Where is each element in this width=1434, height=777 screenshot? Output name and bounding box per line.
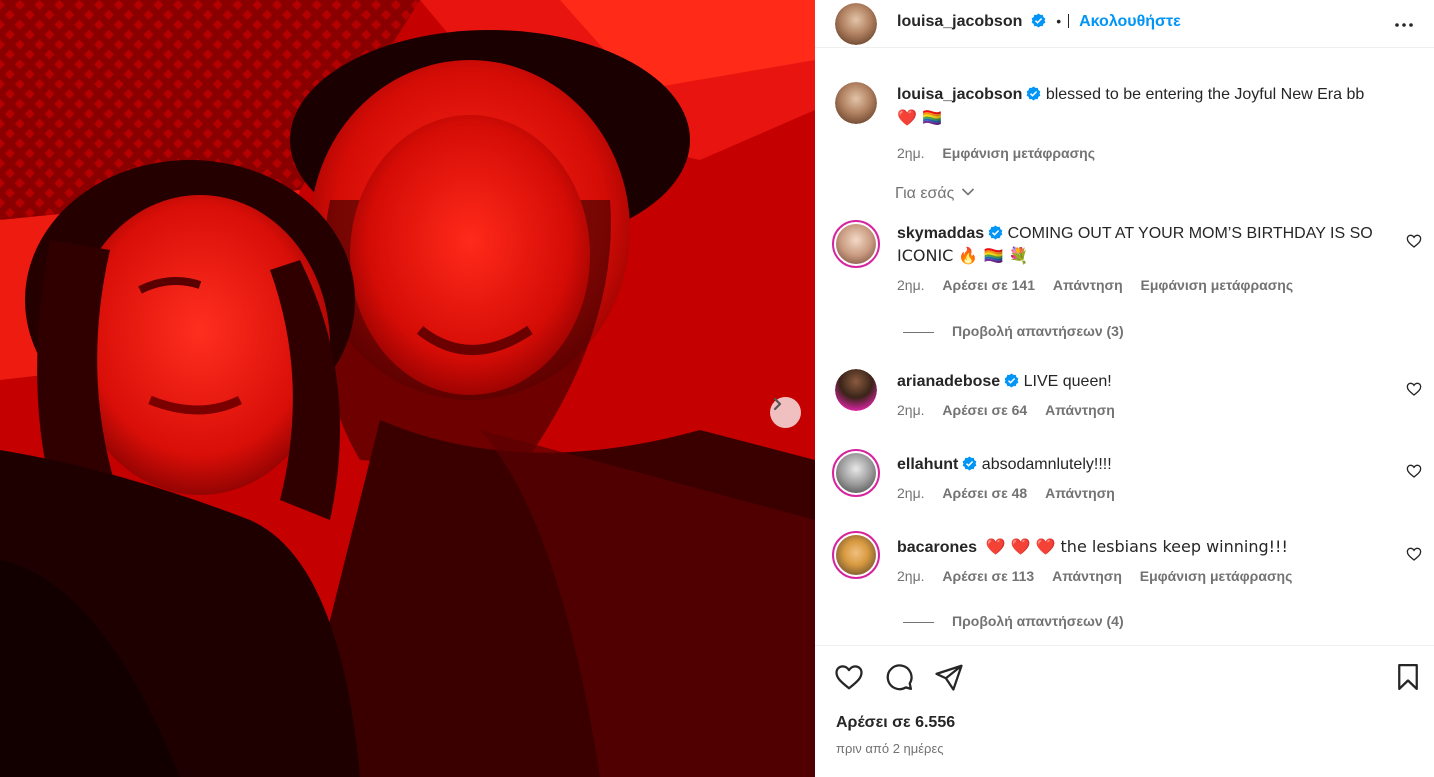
comment-text: absodamnlutely!!!! xyxy=(981,456,1112,473)
comment-translate-link[interactable]: Εμφάνιση μετάφρασης xyxy=(1140,568,1293,584)
caption-emoji: ❤️ 🏳️‍🌈 xyxy=(897,108,942,127)
comment-likes[interactable]: Αρέσει σε 113 xyxy=(942,568,1034,584)
caption-time[interactable]: 2ημ. xyxy=(897,145,925,161)
comment-translate-link[interactable]: Εμφάνιση μετάφρασης xyxy=(1141,277,1294,293)
next-photo-button[interactable] xyxy=(770,397,801,428)
follow-button[interactable]: Ακολουθήστε xyxy=(1079,13,1181,30)
header-author-line: louisa_jacobson • Ακολουθήστε xyxy=(897,13,1181,31)
commenter-avatar[interactable] xyxy=(832,220,880,268)
comment-time[interactable]: 2ημ. xyxy=(897,277,925,293)
share-icon[interactable] xyxy=(934,662,964,692)
comment-like-heart-icon[interactable] xyxy=(1406,381,1422,397)
comment-text: COMING OUT AT YOUR MOM’S BIRTHDAY IS SO xyxy=(1007,225,1373,242)
comment-meta: 2ημ. Αρέσει σε 141 Απάντηση Εμφάνιση μετ… xyxy=(897,277,1397,293)
heart-icon[interactable] xyxy=(834,662,864,692)
caption: louisa_jacobson blessed to be entering t… xyxy=(897,84,1407,161)
comment-text: LIVE queen! xyxy=(1023,373,1112,390)
replies-divider xyxy=(903,621,934,623)
author-username[interactable]: louisa_jacobson xyxy=(897,13,1022,30)
chevron-right-icon xyxy=(773,397,782,411)
comment-likes[interactable]: Αρέσει σε 64 xyxy=(942,402,1027,418)
verified-badge-icon xyxy=(1004,373,1019,388)
view-replies-button[interactable]: Προβολή απαντήσεων (3) xyxy=(903,323,1124,339)
comment-username[interactable]: bacarones xyxy=(897,539,977,556)
post-header: louisa_jacobson • Ακολουθήστε xyxy=(815,0,1434,48)
comment: arianadebose LIVE queen! 2ημ. Αρέσει σε … xyxy=(897,371,1397,418)
bookmark-icon[interactable] xyxy=(1393,662,1423,692)
more-options-icon[interactable] xyxy=(1393,14,1415,36)
comment-reply-button[interactable]: Απάντηση xyxy=(1045,485,1115,501)
comment-like-heart-icon[interactable] xyxy=(1406,463,1422,479)
post-actions: Αρέσει σε 6.556 πριν από 2 ημέρες xyxy=(815,645,1434,777)
post-likes-count[interactable]: Αρέσει σε 6.556 xyxy=(836,714,955,732)
post-side-panel: louisa_jacobson • Ακολουθήστε louisa_jac… xyxy=(815,0,1434,777)
comment-time[interactable]: 2ημ. xyxy=(897,485,925,501)
comment: ellahunt absodamnlutely!!!! 2ημ. Αρέσει … xyxy=(897,454,1397,501)
for-you-label: Για εσάς xyxy=(895,185,955,202)
commenter-avatar[interactable] xyxy=(832,531,880,579)
comment-reply-button[interactable]: Απάντηση xyxy=(1053,277,1123,293)
comment-username[interactable]: skymaddas xyxy=(897,225,984,242)
caption-meta: 2ημ. Εμφάνιση μετάφρασης xyxy=(897,145,1407,161)
comment: bacarones ❤️ ❤️ ❤️ the lesbians keep win… xyxy=(897,536,1397,584)
replies-divider xyxy=(903,331,934,333)
caption-author-avatar[interactable] xyxy=(835,82,877,124)
comment-meta: 2ημ. Αρέσει σε 64 Απάντηση xyxy=(897,402,1397,418)
verified-badge-icon xyxy=(1031,13,1046,28)
comment-likes[interactable]: Αρέσει σε 141 xyxy=(942,277,1035,293)
view-replies-label: Προβολή απαντήσεων (4) xyxy=(952,613,1124,629)
comment-meta: 2ημ. Αρέσει σε 48 Απάντηση xyxy=(897,485,1397,501)
comment-reply-button[interactable]: Απάντηση xyxy=(1045,402,1115,418)
separator-dot: • xyxy=(1056,13,1062,29)
commenter-avatar[interactable] xyxy=(835,369,877,411)
comment-text: ❤️ ❤️ ❤️ the lesbians keep winning!!! xyxy=(985,537,1288,556)
caption-username[interactable]: louisa_jacobson xyxy=(897,86,1022,103)
comment-username[interactable]: arianadebose xyxy=(897,373,1000,390)
post-timestamp[interactable]: πριν από 2 ημέρες xyxy=(836,741,944,756)
comment-meta: 2ημ. Αρέσει σε 113 Απάντηση Εμφάνιση μετ… xyxy=(897,568,1397,584)
comment-time[interactable]: 2ημ. xyxy=(897,568,925,584)
chevron-down-icon xyxy=(961,188,974,196)
text-cursor xyxy=(1067,14,1069,28)
comment-time[interactable]: 2ημ. xyxy=(897,402,925,418)
comment-like-heart-icon[interactable] xyxy=(1406,233,1422,249)
for-you-filter[interactable]: Για εσάς xyxy=(895,185,975,203)
photo-content xyxy=(0,0,815,777)
verified-badge-icon xyxy=(988,225,1003,240)
verified-badge-icon xyxy=(1027,86,1041,101)
comment: skymaddas COMING OUT AT YOUR MOM’S BIRTH… xyxy=(897,223,1397,293)
comment-username[interactable]: ellahunt xyxy=(897,456,958,473)
view-replies-label: Προβολή απαντήσεων (3) xyxy=(952,323,1124,339)
comment-likes[interactable]: Αρέσει σε 48 xyxy=(942,485,1027,501)
caption-translate-link[interactable]: Εμφάνιση μετάφρασης xyxy=(942,145,1095,161)
comment-text-line2: ICONIC 🔥 🏳️‍🌈 💐 xyxy=(897,246,1029,265)
comment-reply-button[interactable]: Απάντηση xyxy=(1052,568,1122,584)
comment-icon[interactable] xyxy=(884,662,914,692)
post-photo[interactable] xyxy=(0,0,815,777)
caption-text: blessed to be entering the Joyful New Er… xyxy=(1045,86,1365,103)
comment-like-heart-icon[interactable] xyxy=(1406,546,1422,562)
view-replies-button[interactable]: Προβολή απαντήσεων (4) xyxy=(903,613,1124,629)
author-avatar[interactable] xyxy=(835,3,877,45)
verified-badge-icon xyxy=(963,456,977,471)
commenter-avatar[interactable] xyxy=(832,449,880,497)
